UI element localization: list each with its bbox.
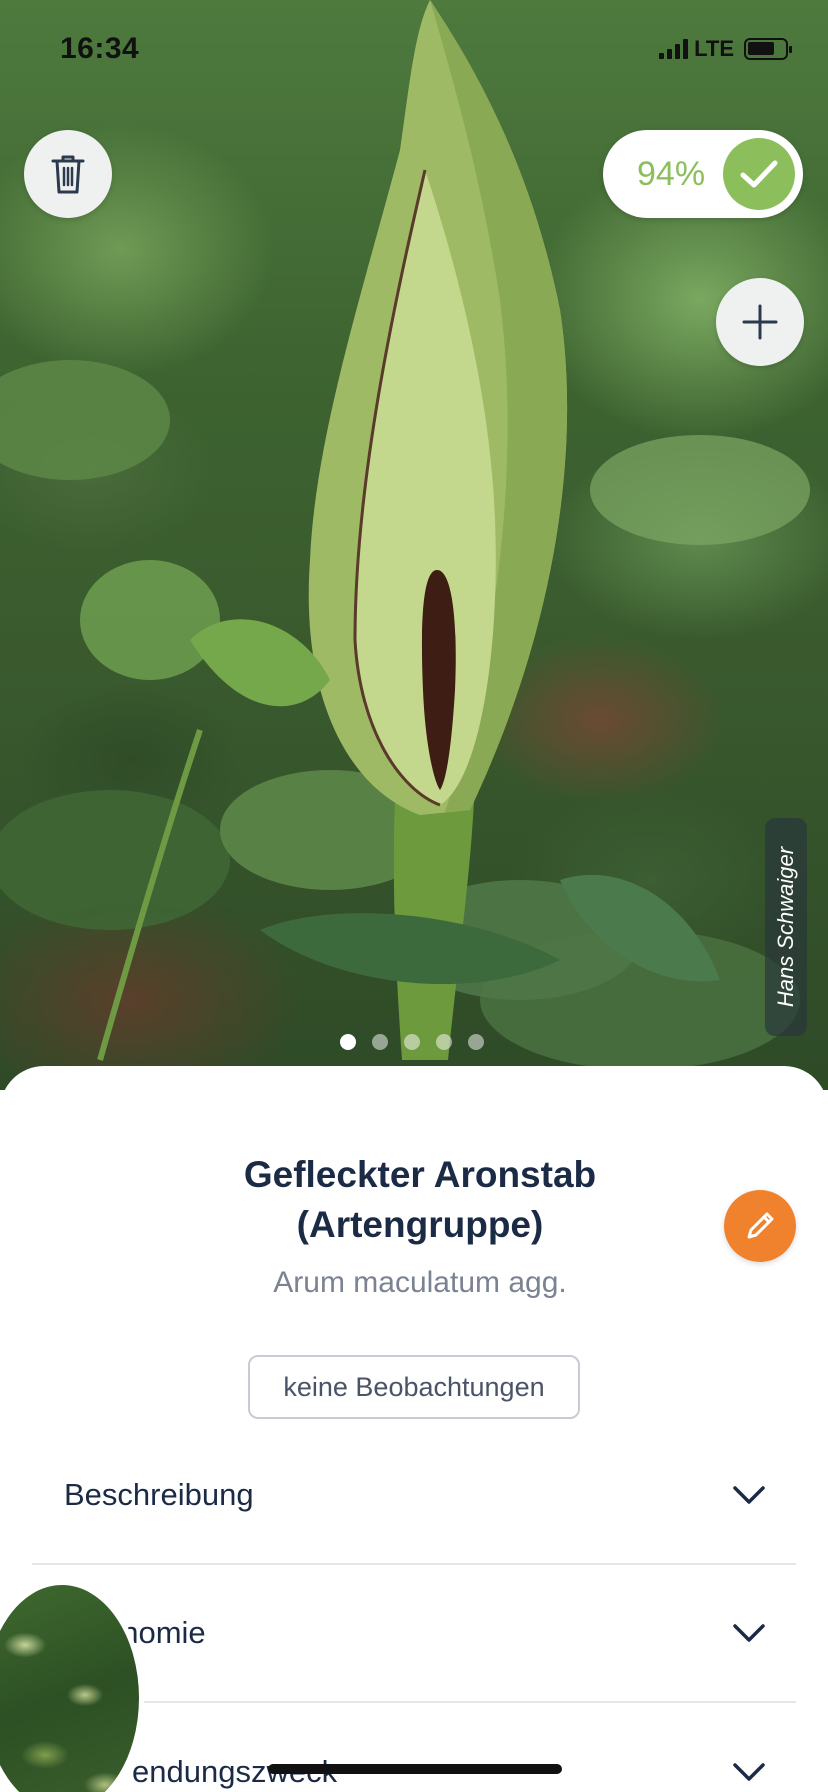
section-description[interactable]: Beschreibung [32, 1427, 796, 1565]
trash-icon [51, 155, 85, 194]
carousel-dot[interactable] [436, 1034, 452, 1050]
chevron-down-icon [733, 1624, 765, 1642]
chevron-down-icon [733, 1486, 765, 1504]
confidence-badge[interactable]: 94% [603, 130, 803, 218]
add-photo-button[interactable] [716, 278, 804, 366]
species-common-name: Gefleckter Aronstab (Artengruppe) [243, 1154, 597, 1245]
carousel-dot[interactable] [404, 1034, 420, 1050]
pencil-icon [747, 1212, 774, 1239]
species-photo[interactable]: 16:34 LTE 94% Hans Schwaiger [0, 0, 828, 1090]
check-icon [723, 138, 795, 210]
battery-icon [744, 38, 792, 60]
carousel-dot[interactable] [340, 1034, 356, 1050]
carousel-dots[interactable] [340, 1034, 484, 1050]
edit-button[interactable] [724, 1190, 796, 1262]
carousel-dot[interactable] [468, 1034, 484, 1050]
species-scientific-name: Arum maculatum agg. [273, 1266, 567, 1299]
signal-icon [659, 39, 689, 59]
photo-credit: Hans Schwaiger [765, 818, 807, 1036]
section-label: Beschreibung [64, 1477, 254, 1512]
delete-button[interactable] [24, 130, 112, 218]
confidence-value: 94% [637, 154, 706, 193]
status-time: 16:34 [60, 32, 140, 65]
home-indicator[interactable] [268, 1764, 562, 1774]
network-type: LTE [694, 36, 734, 61]
section-taxonomy[interactable]: onomie [32, 1565, 796, 1703]
section-usage[interactable]: endungszweck [32, 1703, 796, 1792]
photographer-name: Hans Schwaiger [773, 846, 798, 1008]
plus-icon [742, 304, 778, 340]
carousel-dot[interactable] [372, 1034, 388, 1050]
observations-button[interactable]: keine Beobachtungen [248, 1355, 580, 1419]
status-indicators: LTE [659, 36, 792, 62]
chevron-down-icon [733, 1763, 765, 1781]
